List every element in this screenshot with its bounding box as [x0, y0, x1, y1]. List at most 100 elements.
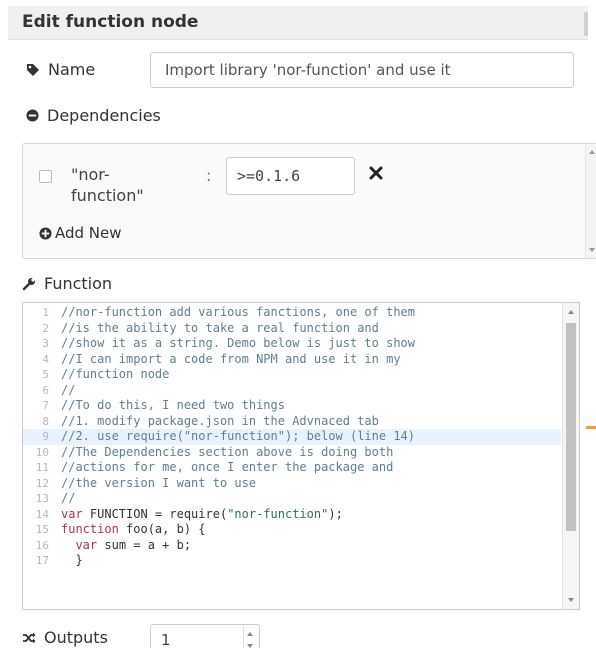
function-label: Function	[44, 274, 113, 293]
code-token: //I can import a code from NPM and use i…	[61, 351, 401, 366]
scroll-down-arrow-icon[interactable]	[589, 248, 595, 252]
line-number: 4	[42, 352, 49, 366]
code-token: //To do this, I need two things	[61, 398, 285, 412]
code-text: //nor-function add various fanctions, on…	[49, 305, 415, 321]
dependency-separator: :	[206, 166, 212, 185]
code-token: foo(a, b) {	[118, 522, 206, 536]
scrollbar-thumb[interactable]	[566, 323, 576, 531]
scroll-up-arrow-icon[interactable]	[589, 150, 595, 154]
dialog-title: Edit function node	[22, 12, 199, 32]
code-text: function foo(a, b) {	[49, 522, 206, 538]
plus-circle-icon	[39, 226, 52, 240]
dependencies-label: Dependencies	[47, 106, 161, 125]
code-token: //The Dependencies section above is doin…	[61, 444, 394, 459]
function-label-row: Function	[22, 274, 112, 293]
code-text: //1. modify package.json in the Advnaced…	[49, 414, 379, 430]
code-line[interactable]: 8 //1. modify package.json in the Advnace…	[23, 414, 561, 430]
code-text: //2. use require("nor-function"); below …	[49, 429, 415, 445]
code-text: //The Dependencies section above is doin…	[49, 445, 393, 461]
minus-circle-icon[interactable]	[26, 109, 39, 122]
code-line[interactable]: 9 //2. use require("nor-function"); below…	[23, 429, 561, 445]
code-token: );	[328, 506, 343, 521]
code-token: //the version I want to use	[61, 475, 257, 490]
code-token: function	[61, 522, 119, 536]
outputs-spinner-input[interactable]: 1	[150, 624, 260, 648]
line-number: 10	[35, 445, 49, 459]
code-text: //actions for me, once I enter the packa…	[49, 460, 393, 476]
line-number: 3	[42, 337, 49, 350]
code-line[interactable]: 11 //actions for me, once I enter the pac…	[23, 460, 561, 476]
line-number: 17	[35, 554, 49, 567]
code-text: var sum = a + b;	[49, 538, 191, 554]
outputs-label: Outputs	[44, 628, 108, 647]
code-text: //the version I want to use	[49, 476, 256, 492]
line-number: 7	[42, 399, 49, 412]
code-text: //I can import a code from NPM and use i…	[49, 352, 401, 368]
code-line[interactable]: 16 var sum = a + b;	[23, 538, 561, 554]
code-token: //2. use require("nor-function"); below …	[61, 429, 416, 443]
code-text: //is the ability to take a real function…	[49, 321, 379, 337]
code-line[interactable]: 5 //function node	[23, 367, 561, 383]
outputs-spinner[interactable]	[243, 627, 255, 648]
code-line[interactable]: 1 //nor-function add various fanctions, o…	[23, 305, 561, 321]
code-line[interactable]: 13 //	[23, 491, 561, 507]
dependency-checkbox[interactable]	[39, 170, 52, 183]
code-lines[interactable]: 1 //nor-function add various fanctions, o…	[23, 305, 561, 569]
code-line[interactable]: 7 //To do this, I need two things	[23, 398, 561, 414]
remove-dependency-icon[interactable]	[369, 166, 383, 180]
code-line[interactable]: 10 //The Dependencies section above is do…	[23, 445, 561, 461]
code-text: var FUNCTION = require("nor-function");	[49, 507, 343, 523]
dependency-version-input[interactable]: >=0.1.6	[226, 157, 355, 195]
code-line[interactable]: 12 //the version I want to use	[23, 476, 561, 492]
code-text: //	[49, 383, 75, 399]
code-line[interactable]: 17 }	[23, 553, 561, 569]
code-editor[interactable]: 1 //nor-function add various fanctions, o…	[22, 302, 580, 610]
code-text: //To do this, I need two things	[49, 398, 285, 414]
code-token: FUNCTION = require(	[82, 506, 228, 521]
line-number: 13	[35, 492, 49, 505]
code-token: var	[75, 537, 98, 552]
code-token: sum = a + b;	[97, 537, 192, 552]
code-token: //show it as a string. Demo below is jus…	[61, 336, 416, 350]
dialog-header: Edit function node	[8, 6, 588, 40]
editor-scrollbar[interactable]	[562, 303, 579, 609]
outputs-label-row: Outputs	[22, 628, 108, 647]
dependencies-list: "nor-function" : >=0.1.6 Add New	[22, 143, 596, 259]
line-number: 16	[35, 538, 49, 552]
code-token: "nor-function"	[227, 506, 329, 521]
add-new-label: Add New	[55, 224, 122, 242]
scroll-down-arrow-icon[interactable]	[568, 598, 574, 602]
add-new-button[interactable]: Add New	[39, 224, 122, 242]
code-token: }	[61, 553, 83, 567]
line-number: 6	[42, 383, 49, 397]
scroll-up-arrow-icon[interactable]	[568, 310, 574, 314]
code-text: //show it as a string. Demo below is jus…	[49, 336, 415, 352]
code-text: //function node	[49, 367, 169, 383]
code-line[interactable]: 2 //is the ability to take a real functio…	[23, 321, 561, 337]
dependencies-scrollbar[interactable]	[585, 144, 596, 258]
header-edge	[584, 12, 588, 36]
line-number: 9	[42, 430, 49, 443]
code-text: }	[49, 553, 83, 569]
code-token: //1. modify package.json in the Advnaced…	[61, 413, 379, 428]
code-token: var	[61, 506, 83, 521]
code-token: //is the ability to take a real function…	[61, 320, 379, 335]
code-line[interactable]: 15 function foo(a, b) {	[23, 522, 561, 538]
code-token: //function node	[61, 367, 170, 381]
code-token: //	[61, 491, 76, 505]
line-number: 12	[35, 476, 49, 490]
name-input[interactable]: Import library 'nor-function' and use it	[150, 52, 574, 88]
code-line[interactable]: 3 //show it as a string. Demo below is ju…	[23, 336, 561, 352]
code-token: //	[61, 382, 76, 397]
spinner-down-icon[interactable]	[247, 644, 253, 648]
spinner-up-icon[interactable]	[247, 632, 253, 636]
line-number: 15	[35, 523, 49, 536]
wrench-icon	[22, 277, 35, 290]
code-line[interactable]: 14 var FUNCTION = require("nor-function")…	[23, 507, 561, 523]
outputs-value: 1	[161, 631, 171, 648]
code-line[interactable]: 4 //I can import a code from NPM and use …	[23, 352, 561, 368]
code-token: //actions for me, once I enter the packa…	[61, 460, 394, 474]
code-text: //	[49, 491, 75, 507]
code-line[interactable]: 6 //	[23, 383, 561, 399]
